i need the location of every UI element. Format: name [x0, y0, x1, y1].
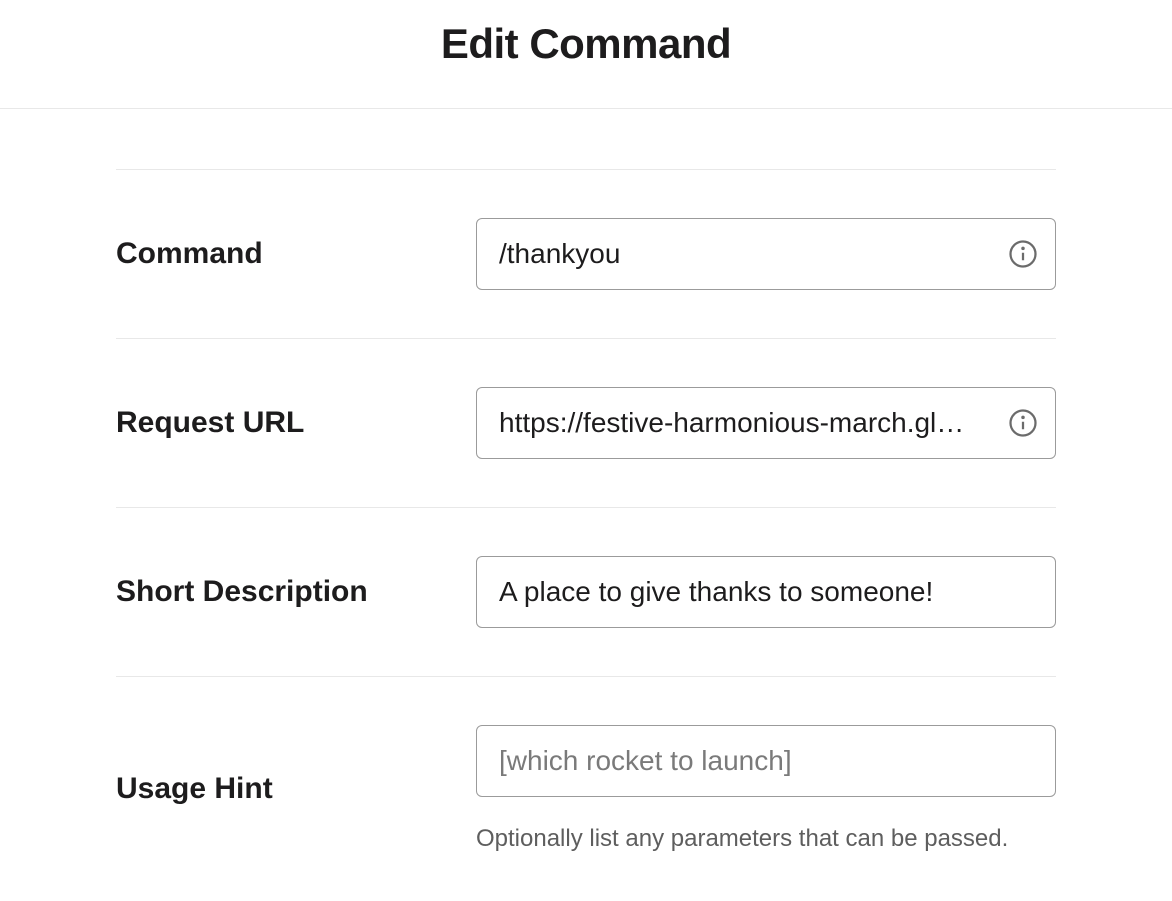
input-col-usage-hint: Optionally list any parameters that can …: [476, 725, 1056, 853]
info-icon[interactable]: [1008, 408, 1038, 438]
short-description-input-wrapper: [476, 556, 1056, 628]
input-col-short-description: [476, 556, 1056, 628]
command-input[interactable]: [476, 218, 1056, 290]
label-col-command: Command: [116, 237, 476, 271]
page-header: Edit Command: [0, 0, 1172, 109]
form-container: Command Request URL: [86, 169, 1086, 901]
row-short-description: Short Description: [116, 507, 1056, 676]
info-icon[interactable]: [1008, 239, 1038, 269]
row-request-url: Request URL: [116, 338, 1056, 507]
usage-hint-input[interactable]: [476, 725, 1056, 797]
request-url-input[interactable]: [476, 387, 1056, 459]
label-col-short-description: Short Description: [116, 575, 476, 609]
request-url-input-wrapper: [476, 387, 1056, 459]
short-description-input[interactable]: [476, 556, 1056, 628]
row-command: Command: [116, 169, 1056, 338]
command-input-wrapper: [476, 218, 1056, 290]
usage-hint-helper: Optionally list any parameters that can …: [476, 825, 1056, 853]
command-label: Command: [116, 237, 263, 270]
label-col-usage-hint: Usage Hint: [116, 772, 476, 806]
label-col-request-url: Request URL: [116, 406, 476, 440]
page-title: Edit Command: [0, 20, 1172, 68]
input-col-command: [476, 218, 1056, 290]
input-col-request-url: [476, 387, 1056, 459]
row-usage-hint: Usage Hint Optionally list any parameter…: [116, 676, 1056, 901]
short-description-label: Short Description: [116, 575, 368, 608]
usage-hint-input-wrapper: [476, 725, 1056, 797]
request-url-label: Request URL: [116, 406, 304, 439]
usage-hint-label: Usage Hint: [116, 772, 273, 805]
